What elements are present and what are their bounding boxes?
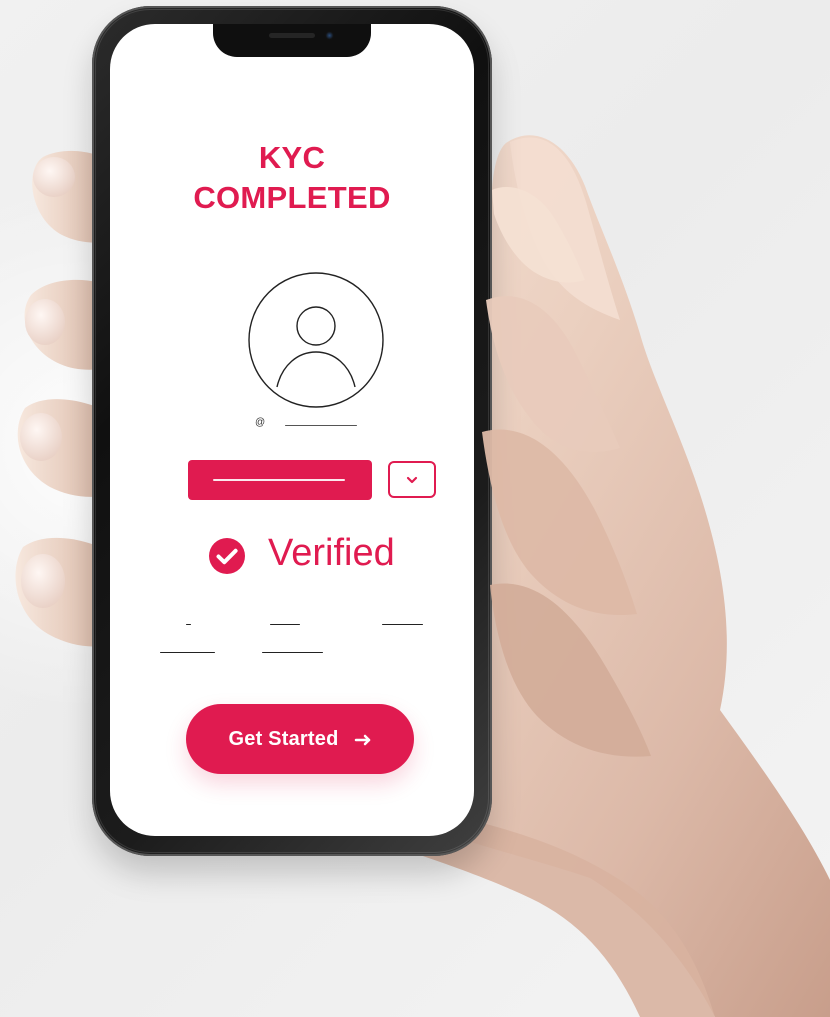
hand-fingers-overlay [482,187,651,757]
scene: KYC COMPLETED @ Verified Get Started [0,0,830,1017]
phone-notch [213,24,371,57]
speaker-icon [269,33,315,38]
camera-icon [325,31,334,40]
